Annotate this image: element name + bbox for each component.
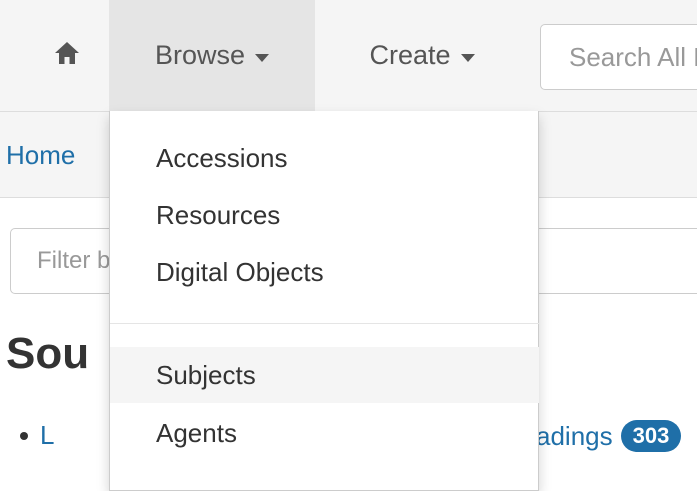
bullet-icon [20, 431, 28, 440]
create-menu-toggle[interactable]: Create [322, 0, 522, 111]
page-title: Sou [6, 329, 90, 378]
list-item-link-text: adings [536, 420, 613, 451]
caret-down-icon [255, 53, 270, 62]
search-input[interactable] [540, 24, 697, 90]
menu-divider [110, 323, 539, 324]
menu-item-accessions[interactable]: Accessions [110, 130, 539, 186]
caret-down-icon [460, 53, 475, 62]
create-label: Create [369, 40, 451, 70]
top-navbar: Browse Create [0, 0, 697, 112]
home-icon [54, 41, 80, 70]
menu-item-agents[interactable]: Agents [110, 405, 539, 461]
count-badge: 303 [620, 420, 682, 452]
breadcrumb-home-link[interactable]: Home [6, 140, 75, 171]
menu-item-subjects[interactable]: Subjects [110, 347, 539, 403]
browse-dropdown-menu: Accessions Resources Digital Objects Sub… [109, 111, 539, 491]
list-item-link[interactable]: L [40, 420, 54, 451]
home-button[interactable] [26, 0, 108, 111]
menu-item-digital-objects[interactable]: Digital Objects [110, 244, 539, 300]
browse-label: Browse [154, 40, 246, 70]
menu-item-resources[interactable]: Resources [110, 187, 539, 243]
list-item: L [20, 420, 54, 451]
list-item-tail[interactable]: adings 303 [536, 420, 682, 452]
browse-menu-toggle[interactable]: Browse [109, 0, 315, 111]
